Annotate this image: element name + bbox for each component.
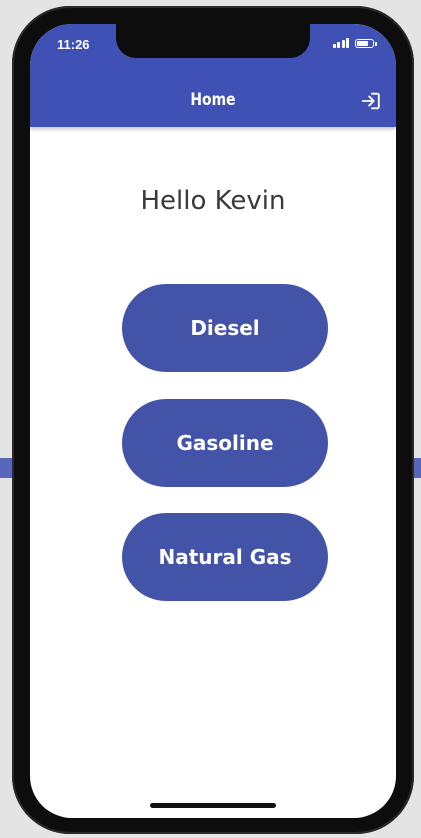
gasoline-button[interactable]: Gasoline xyxy=(122,399,328,487)
home-indicator[interactable] xyxy=(150,803,276,808)
logout-icon xyxy=(361,92,380,110)
app-screen: 11:26 Home Hello Kevin Diesel Gasoline N… xyxy=(30,24,396,818)
signal-icon xyxy=(332,38,349,48)
logout-button[interactable] xyxy=(360,90,382,112)
natural-gas-button[interactable]: Natural Gas xyxy=(122,513,328,601)
battery-fill xyxy=(357,40,368,46)
battery-icon xyxy=(355,38,377,48)
diesel-button[interactable]: Diesel xyxy=(122,284,328,372)
status-time: 11:26 xyxy=(57,37,90,52)
device-notch xyxy=(116,24,310,58)
page-title: Home xyxy=(190,90,236,110)
status-indicators xyxy=(332,38,377,48)
greeting-text: Hello Kevin xyxy=(140,186,286,216)
phone-frame: 11:26 Home Hello Kevin Diesel Gasoline N… xyxy=(12,6,414,834)
